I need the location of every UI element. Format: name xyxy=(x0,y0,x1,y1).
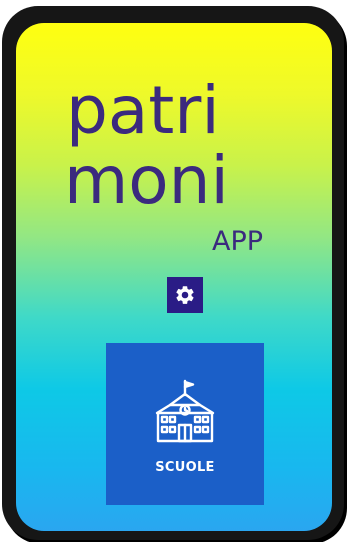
gear-icon xyxy=(176,286,194,304)
tile-scuole[interactable]: SCUOLE xyxy=(106,343,264,505)
settings-button[interactable] xyxy=(167,277,203,313)
logo-app-label: APP xyxy=(212,226,263,257)
logo-line-2: moni xyxy=(64,142,229,219)
app-screen: patri moni APP SCUOLE xyxy=(16,23,332,531)
tile-scuole-label: SCUOLE xyxy=(155,460,215,475)
logo-line-1: patri xyxy=(66,72,220,149)
school-building-icon xyxy=(155,379,215,443)
app-logo: patri moni APP xyxy=(64,72,263,257)
device-frame: patri moni APP SCUOLE xyxy=(2,6,344,540)
